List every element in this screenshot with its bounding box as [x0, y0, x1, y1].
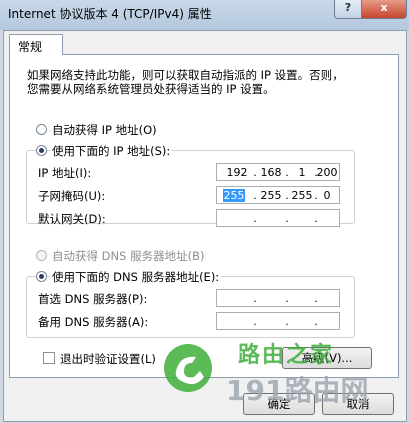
subnet-mask-dot: . [253, 189, 257, 202]
ip-address-seg-4: 200 [316, 166, 338, 179]
validate-on-exit-checkbox[interactable] [43, 352, 55, 364]
ip-address-dot: . [285, 166, 289, 179]
title-bar: Internet 协议版本 4 (TCP/IPv4) 属性 ? x [0, 0, 409, 30]
manual-dns-label: 使用下面的 DNS 服务器地址(E): [50, 269, 222, 285]
ip-address-seg-2: 168 [260, 166, 282, 179]
subnet-mask-seg-2: 255 [260, 189, 282, 202]
tab-general-label: 常规 [18, 40, 43, 54]
description-line-2: 您需要从网络系统管理员处获得适当的 IP 设置。 [27, 82, 275, 96]
validate-on-exit-label: 退出时验证设置(L) [60, 352, 156, 366]
preferred-dns-dot: . [314, 292, 318, 305]
help-button[interactable]: ? [334, 0, 362, 19]
alternate-dns-dot: . [314, 315, 318, 328]
ip-address-dot: . [253, 166, 257, 179]
advanced-button[interactable]: 高级(V)... [282, 347, 372, 369]
alternate-dns-input[interactable]: . . . [216, 312, 340, 330]
description-line-1: 如果网络支持此功能，则可以获取自动指派的 IP 设置。否则， [27, 68, 344, 82]
manual-ip-radio[interactable] [36, 145, 47, 156]
manual-ip-label: 使用下面的 IP 地址(S): [50, 143, 173, 159]
tab-general[interactable]: 常规 [9, 34, 63, 55]
preferred-dns-dot: . [253, 292, 257, 305]
dialog-body: 常规 如果网络支持此功能，则可以获取自动指派的 IP 设置。否则， 您需要从网络… [3, 30, 407, 422]
auto-ip-radio[interactable] [36, 124, 47, 135]
subnet-mask-seg-1: 255 [223, 189, 245, 202]
alternate-dns-dot: . [253, 315, 257, 328]
ip-address-input[interactable]: 192 . 168 . 1 . 200 [216, 163, 340, 181]
window-title: Internet 协议版本 4 (TCP/IPv4) 属性 [8, 7, 212, 21]
auto-dns-label: 自动获得 DNS 服务器地址(B) [52, 249, 205, 263]
gateway-dot: . [253, 212, 257, 225]
ip-address-label: IP 地址(I): [38, 166, 92, 180]
subnet-mask-label: 子网掩码(U): [38, 189, 106, 203]
ok-button[interactable]: 确定 [243, 393, 315, 415]
ip-address-seg-3: 1 [298, 166, 306, 179]
subnet-mask-seg-4: 0 [323, 189, 331, 202]
subnet-mask-seg-3: 255 [291, 189, 313, 202]
default-gateway-input[interactable]: . . . [216, 209, 340, 227]
preferred-dns-dot: . [285, 292, 289, 305]
gateway-dot: . [285, 212, 289, 225]
preferred-dns-label: 首选 DNS 服务器(P): [38, 292, 148, 306]
alternate-dns-label: 备用 DNS 服务器(A): [38, 315, 149, 329]
subnet-mask-input[interactable]: 255 . 255 . 255 . 0 [216, 186, 340, 204]
gateway-dot: . [314, 212, 318, 225]
cancel-button[interactable]: 取消 [322, 393, 394, 415]
preferred-dns-input[interactable]: . . . [216, 289, 340, 307]
subnet-mask-dot: . [285, 189, 289, 202]
close-button[interactable]: x [361, 0, 407, 19]
alternate-dns-dot: . [285, 315, 289, 328]
auto-ip-label: 自动获得 IP 地址(O) [52, 123, 157, 137]
general-panel: 如果网络支持此功能，则可以获取自动指派的 IP 设置。否则， 您需要从网络系统管… [9, 54, 399, 378]
ip-address-seg-1: 192 [226, 166, 248, 179]
auto-dns-radio[interactable] [36, 250, 47, 261]
manual-dns-radio[interactable] [36, 271, 47, 282]
default-gateway-label: 默认网关(D): [38, 212, 106, 226]
description-text: 如果网络支持此功能，则可以获取自动指派的 IP 设置。否则， 您需要从网络系统管… [27, 68, 387, 96]
